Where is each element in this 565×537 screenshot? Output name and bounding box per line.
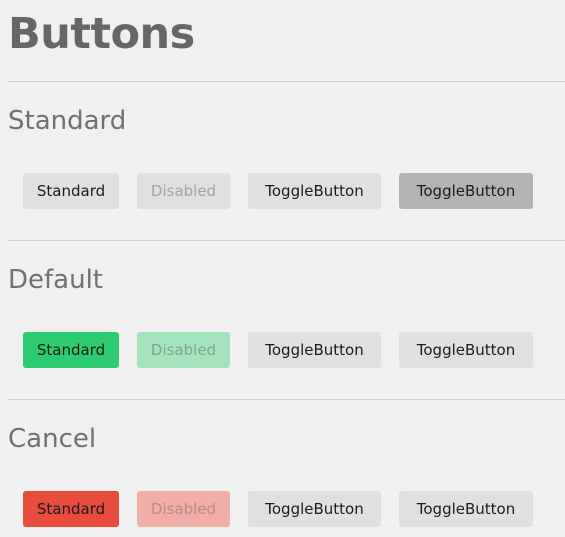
divider xyxy=(8,240,565,241)
standard-disabled-button: Disabled xyxy=(137,173,230,209)
divider xyxy=(8,81,565,82)
section-title-cancel: Cancel xyxy=(8,424,97,454)
default-toggle-button-2[interactable]: ToggleButton xyxy=(399,332,533,368)
cancel-standard-button[interactable]: Standard xyxy=(23,491,119,527)
button-row-cancel: Standard Disabled ToggleButton ToggleBut… xyxy=(0,491,565,527)
section-title-default: Default xyxy=(8,265,103,295)
standard-button[interactable]: Standard xyxy=(23,173,119,209)
cancel-toggle-button-2[interactable]: ToggleButton xyxy=(399,491,533,527)
default-toggle-button[interactable]: ToggleButton xyxy=(248,332,381,368)
cancel-disabled-button: Disabled xyxy=(137,491,230,527)
divider xyxy=(8,399,565,400)
button-row-standard: Standard Disabled ToggleButton ToggleBut… xyxy=(0,173,565,209)
cancel-toggle-button[interactable]: ToggleButton xyxy=(248,491,381,527)
default-standard-button[interactable]: Standard xyxy=(23,332,119,368)
page-title: Buttons xyxy=(8,9,195,59)
section-title-standard: Standard xyxy=(8,106,127,136)
buttons-page: Buttons Standard Standard Disabled Toggl… xyxy=(0,0,565,537)
standard-toggle-button[interactable]: ToggleButton xyxy=(248,173,381,209)
standard-toggle-button-selected[interactable]: ToggleButton xyxy=(399,173,533,209)
button-row-default: Standard Disabled ToggleButton ToggleBut… xyxy=(0,332,565,368)
default-disabled-button: Disabled xyxy=(137,332,230,368)
